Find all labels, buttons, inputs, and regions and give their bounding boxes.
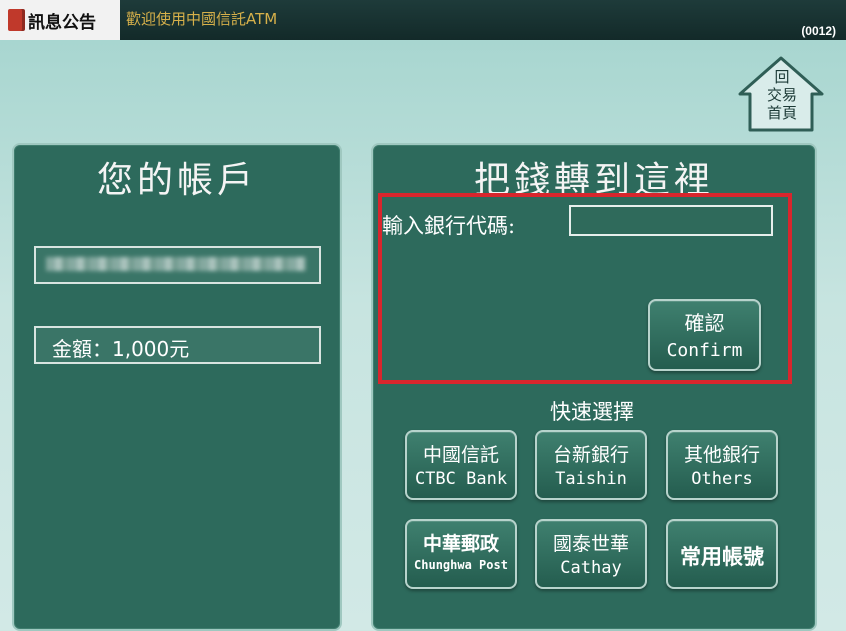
quick-button-label-en: Taishin bbox=[555, 469, 627, 489]
amount-text: 金額：1,000元 bbox=[52, 337, 190, 361]
notice-label: 訊息公告 bbox=[28, 12, 96, 33]
home-label-line3: 首頁 bbox=[766, 104, 797, 122]
top-bar: 訊息公告 歡迎使用中國信託ATM (0012) bbox=[0, 0, 846, 40]
home-label-line1: 回 bbox=[774, 68, 790, 86]
quick-button-label-en: CTBC Bank bbox=[414, 469, 508, 489]
quick-button-label-zh: 中華郵政 bbox=[422, 533, 499, 555]
quick-button-label-en: Others bbox=[691, 469, 753, 489]
account-number-box bbox=[34, 246, 321, 284]
home-label-line2: 交易 bbox=[766, 86, 797, 104]
account-number-redacted bbox=[46, 257, 306, 271]
confirm-label-en: Confirm bbox=[666, 340, 743, 361]
quick-button-label-zh: 國泰世華 bbox=[552, 533, 629, 555]
amount-box: 金額：1,000元 bbox=[34, 326, 321, 364]
home-button[interactable]: 回 交易 首頁 bbox=[738, 56, 824, 132]
notice-tab[interactable]: 訊息公告 bbox=[0, 0, 120, 40]
confirm-label-zh: 確認 bbox=[684, 311, 725, 335]
quick-button-label-zh: 台新銀行 bbox=[552, 444, 629, 466]
quick-button-label-en: Chunghwa Post bbox=[414, 558, 508, 572]
quick-button-ctbc[interactable]: 中國信託 CTBC Bank bbox=[405, 430, 517, 500]
quick-button-cathay[interactable]: 國泰世華 Cathay bbox=[535, 519, 647, 589]
quick-button-frequent-accounts[interactable]: 常用帳號 bbox=[666, 519, 778, 589]
screen-code: (0012) bbox=[801, 24, 836, 38]
confirm-button[interactable]: 確認 Confirm bbox=[648, 299, 761, 371]
account-panel-title: 您的帳戶 bbox=[96, 160, 257, 201]
account-panel: 您的帳戶 金額：1,000元 bbox=[12, 143, 342, 631]
quick-button-chunghwa-post[interactable]: 中華郵政 Chunghwa Post bbox=[405, 519, 517, 589]
bank-code-label: 輸入銀行代碼: bbox=[382, 214, 516, 238]
welcome-marquee: 歡迎使用中國信託ATM bbox=[126, 10, 278, 28]
quick-button-label-zh: 中國信託 bbox=[422, 444, 499, 466]
quick-button-taishin[interactable]: 台新銀行 Taishin bbox=[535, 430, 647, 500]
quick-button-label-en: Cathay bbox=[560, 558, 622, 578]
notice-icon bbox=[8, 9, 22, 31]
quick-button-label-zh: 常用帳號 bbox=[680, 544, 764, 569]
bank-code-input[interactable] bbox=[569, 205, 773, 236]
quick-button-others[interactable]: 其他銀行 Others bbox=[666, 430, 778, 500]
quick-button-label-zh: 其他銀行 bbox=[683, 444, 760, 466]
home-label: 回 交易 首頁 bbox=[756, 68, 808, 122]
quick-select-title: 快速選擇 bbox=[550, 400, 634, 424]
